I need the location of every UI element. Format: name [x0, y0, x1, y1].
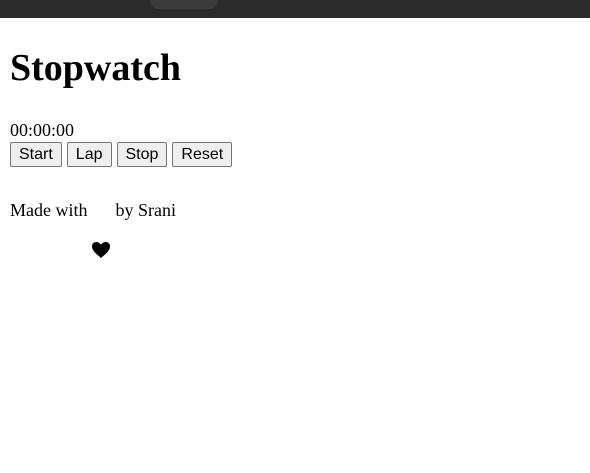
- stop-button[interactable]: Stop: [116, 142, 168, 167]
- time-display: 00:00:00: [10, 120, 75, 140]
- browser-tab[interactable]: [150, 0, 218, 9]
- lap-button[interactable]: Lap: [66, 142, 112, 167]
- footer-prefix: Made with: [10, 200, 88, 220]
- page-title: Stopwatch: [10, 47, 182, 89]
- reset-button[interactable]: Reset: [172, 142, 233, 167]
- heart-icon: [91, 201, 111, 258]
- footer-credit: Made with by Srani: [10, 200, 176, 258]
- browser-top-bar: [0, 0, 590, 18]
- footer-suffix: by Srani: [115, 200, 176, 220]
- stopwatch-controls: Start Lap Stop Reset: [10, 142, 233, 167]
- start-button[interactable]: Start: [10, 142, 62, 167]
- page-content: Stopwatch 00:00:00 Start Lap Stop Reset …: [0, 18, 590, 473]
